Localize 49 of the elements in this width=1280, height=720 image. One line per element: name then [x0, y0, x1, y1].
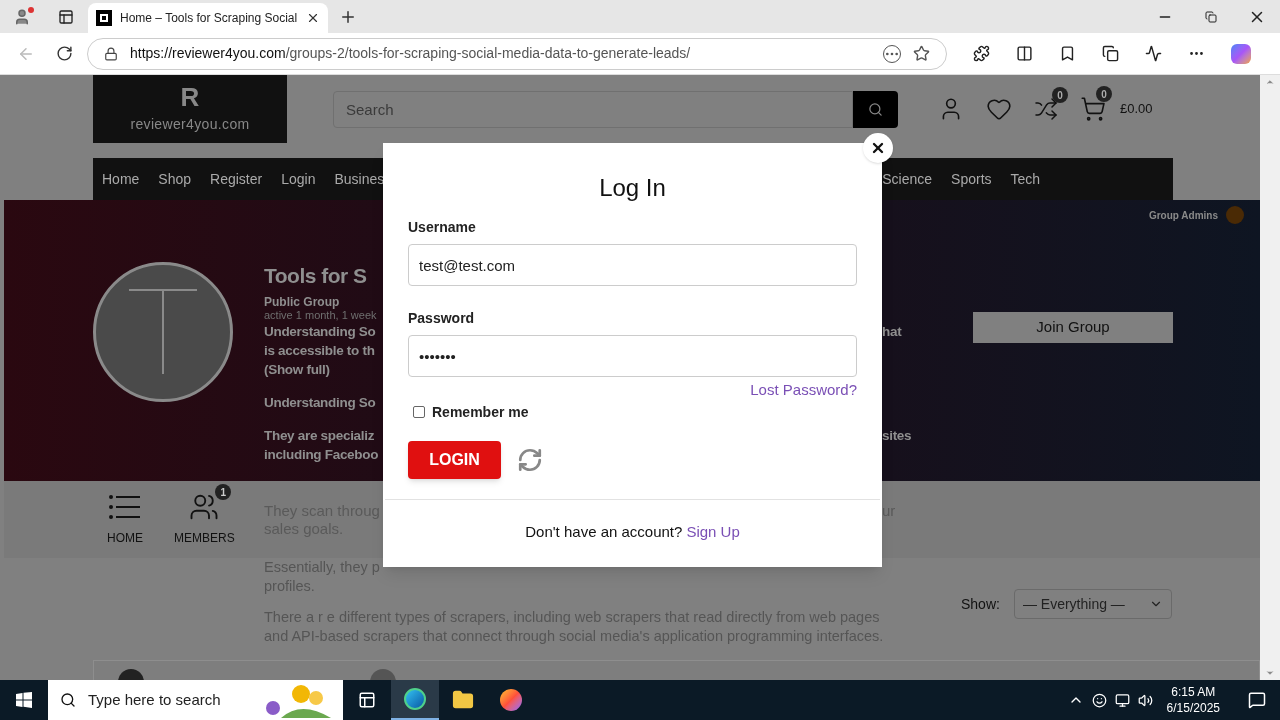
signup-prompt: Don't have an account?: [525, 521, 683, 542]
remember-label: Remember me: [432, 402, 529, 422]
logo-text: reviewer4you.com: [130, 114, 250, 134]
nav-link[interactable]: Busines: [334, 168, 385, 190]
tab-title: Home – Tools for Scraping Social: [120, 10, 298, 27]
password-field[interactable]: •••••••: [408, 335, 857, 377]
nav-link[interactable]: Login: [281, 168, 316, 190]
username-label: Username: [408, 218, 477, 237]
join-group-button[interactable]: Join Group: [973, 312, 1173, 343]
paragraph-text: sites: [882, 427, 912, 445]
group-title: Tools for S: [264, 263, 367, 289]
taskbar-search-field[interactable]: Type here to search: [48, 680, 343, 720]
dialog-title: Log In: [598, 174, 667, 202]
group-type: Public Group: [264, 295, 340, 309]
member-count-badge: 1: [215, 484, 232, 500]
compare-count-badge: 0: [1052, 87, 1068, 103]
paragraph-text: (Show full): [264, 361, 330, 379]
cart-count-badge: 0: [1096, 86, 1112, 102]
address-bar[interactable]: https://reviewer4you.com/groups-2/tools-for-scraping-social-media-data-to-generate-leads/: [87, 37, 947, 70]
search-field[interactable]: Search: [333, 91, 853, 128]
password-label: Password: [408, 309, 476, 328]
filter-select[interactable]: — Everything —: [1013, 589, 1172, 619]
nav-link[interactable]: Home: [102, 168, 140, 190]
filter-label: Show:: [961, 594, 1000, 614]
nav-link[interactable]: Tech: [1010, 168, 1041, 190]
paragraph-text: They are specializ: [264, 427, 375, 445]
paragraph-text: is accessible to th: [264, 342, 375, 360]
username-field[interactable]: test@test.com: [408, 244, 857, 286]
paragraph-text: Understanding So: [264, 394, 376, 412]
group-activity: active 1 month, 1 week: [264, 309, 377, 322]
url-text: https://reviewer4you.com/groups-2/tools-for-scraping-social-media-data-to-generate-leads/: [130, 44, 692, 63]
nav-link[interactable]: Shop: [158, 168, 192, 190]
group-tab[interactable]: 1 MEMBERS: [170, 485, 239, 558]
paragraph-text: hat: [882, 323, 902, 341]
group-tab[interactable]: HOME: [103, 485, 147, 558]
site-logo[interactable]: R reviewer4you.com: [93, 75, 287, 143]
lost-password-link[interactable]: Lost Password?: [750, 379, 857, 402]
login-button[interactable]: LOGIN: [408, 440, 501, 479]
nav-link[interactable]: Register: [210, 168, 263, 190]
nav-link[interactable]: Sports: [951, 168, 992, 190]
browser-tab[interactable]: Home – Tools for Scraping Social: [88, 3, 328, 33]
paragraph-text: including Faceboo: [264, 446, 379, 464]
cart-total: £0.00: [1120, 100, 1153, 119]
signup-link[interactable]: Sign Up: [686, 520, 740, 543]
nav-link[interactable]: Science: [882, 168, 933, 190]
group-admins-label: Group Admins: [1148, 208, 1218, 223]
clock[interactable]: 6:15 AM 6/15/2025: [1160, 684, 1226, 716]
logo-letter: R: [180, 83, 200, 110]
paragraph-text: Understanding So: [264, 323, 376, 341]
